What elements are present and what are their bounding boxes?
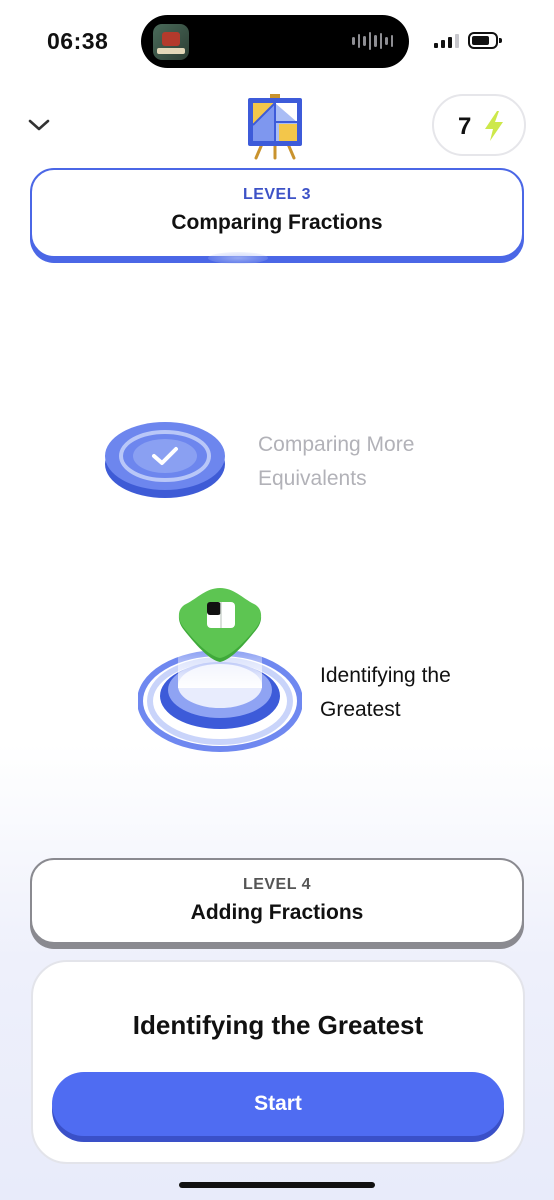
easel-art-icon xyxy=(248,94,302,160)
energy-counter[interactable]: 7 xyxy=(432,94,526,156)
game-app-icon[interactable] xyxy=(153,24,189,60)
level-4-label: LEVEL 4 xyxy=(242,876,312,893)
battery-icon xyxy=(468,32,502,49)
level-4-title: Adding Fractions xyxy=(190,901,364,924)
status-time: 06:38 xyxy=(47,28,109,54)
energy-count: 7 xyxy=(458,113,472,140)
lesson-title-completed[interactable]: Comparing More Equivalents xyxy=(258,428,478,496)
start-button[interactable]: Start xyxy=(52,1072,504,1136)
home-indicator[interactable] xyxy=(179,1182,375,1188)
lesson-title-active[interactable]: Identifying the Greatest xyxy=(320,659,520,727)
lesson-node-active[interactable] xyxy=(138,588,302,752)
cellular-signal-icon xyxy=(434,34,459,48)
level-3-card[interactable]: LEVEL 3 Comparing Fractions xyxy=(30,168,524,258)
level-3-label: LEVEL 3 xyxy=(242,186,312,203)
level-4-card[interactable]: LEVEL 4 Adding Fractions xyxy=(30,858,524,944)
level-3-title: Comparing Fractions xyxy=(171,211,383,234)
dynamic-island[interactable] xyxy=(141,15,409,68)
path-glow xyxy=(208,252,268,264)
bottom-sheet-title: Identifying the Greatest xyxy=(132,1010,424,1040)
audio-waveform-icon xyxy=(352,31,393,51)
status-bar: 06:38 xyxy=(0,0,554,80)
lesson-bottom-sheet: Identifying the Greatest Start xyxy=(31,960,525,1164)
lesson-node-completed[interactable] xyxy=(104,418,226,500)
lightning-bolt-icon xyxy=(485,111,503,141)
chevron-down-icon[interactable] xyxy=(24,110,54,140)
